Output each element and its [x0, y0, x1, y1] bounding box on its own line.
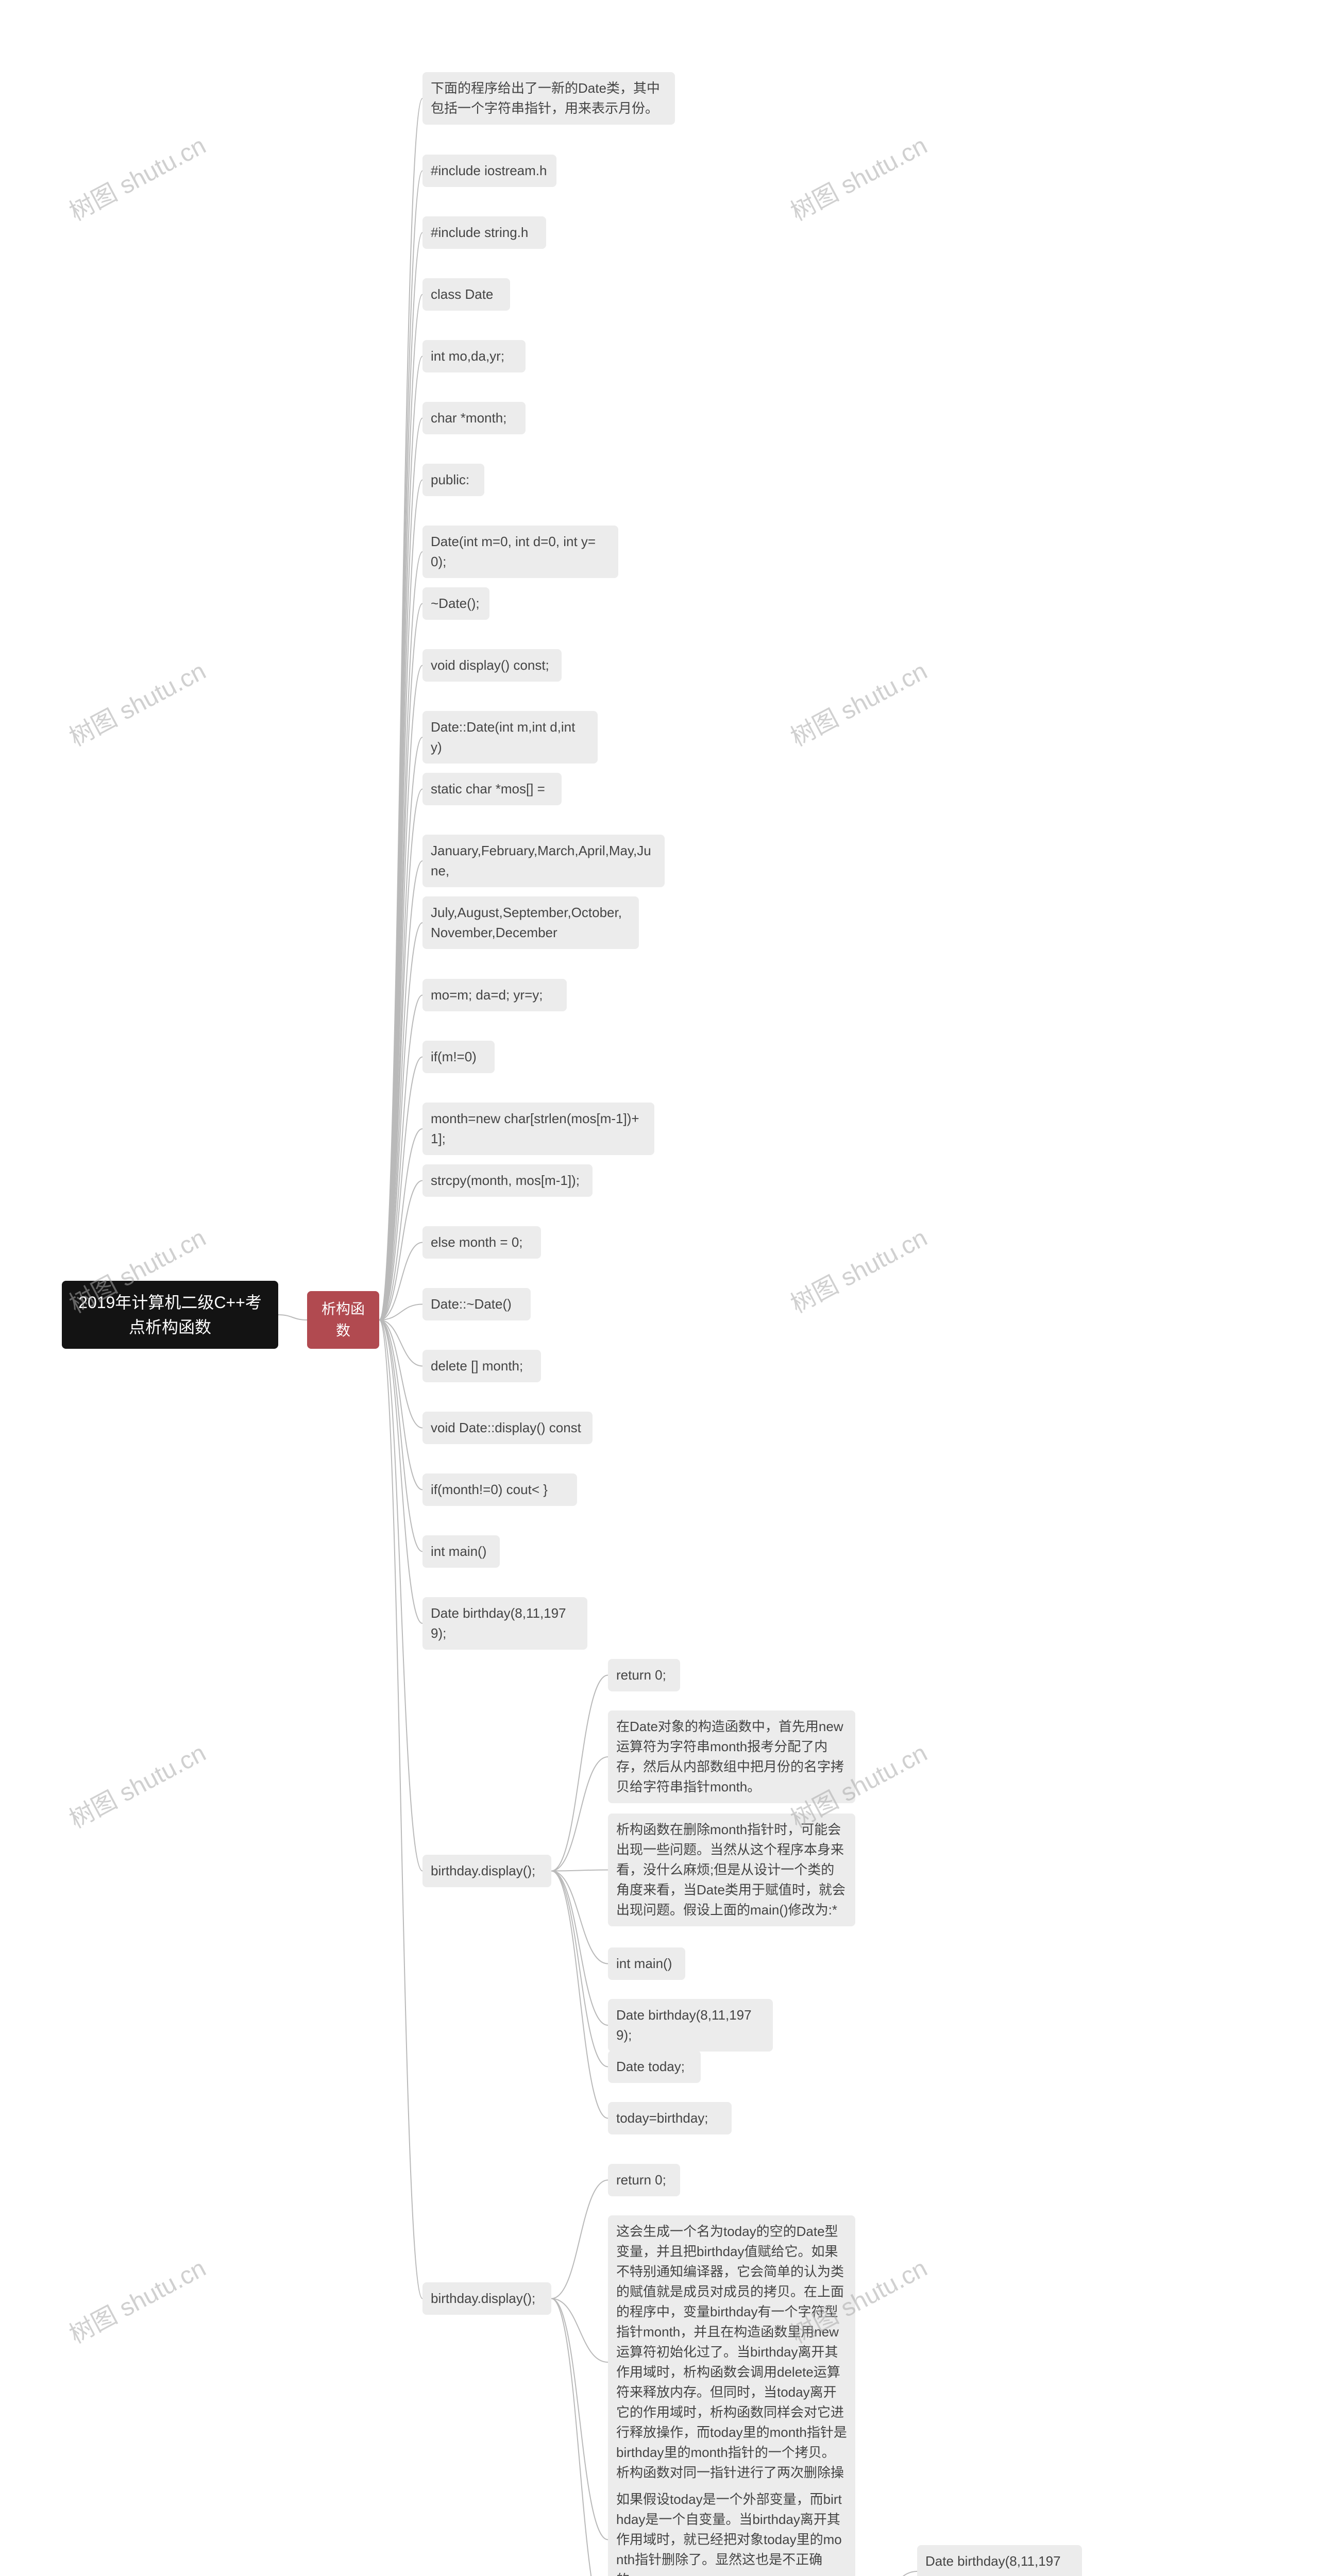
leaf-node[interactable]: static char *mos[] = [422, 773, 562, 805]
leaf-node[interactable]: Date birthday(8,11,1979); [608, 1999, 773, 2052]
leaf-node[interactable]: ~Date(); [422, 587, 489, 620]
leaf-node[interactable]: Date birthday(8,11,1979); [422, 1597, 587, 1650]
leaf-node[interactable]: Date today; [608, 2050, 701, 2083]
leaf-node[interactable]: 析构函数在删除month指针时，可能会出现一些问题。当然从这个程序本身来看，没什… [608, 1814, 855, 1926]
leaf-node[interactable]: return 0; [608, 2164, 680, 2196]
leaf-node[interactable]: today=birthday; [608, 2102, 732, 2134]
leaf-node[interactable]: 在Date对象的构造函数中，首先用new运算符为字符串month报考分配了内存，… [608, 1710, 855, 1803]
watermark: 树图 shutu.cn [62, 1733, 211, 1835]
leaf-node[interactable]: delete [] month; [422, 1350, 541, 1382]
mindmap-canvas: 2019年计算机二级C++考点析构函数 析构函数 下面的程序给出了一新的Date… [0, 0, 1319, 2576]
leaf-node[interactable]: #include string.h [422, 216, 546, 249]
leaf-node[interactable]: month=new char[strlen(mos[m-1])+1]; [422, 1103, 654, 1155]
root-node[interactable]: 2019年计算机二级C++考点析构函数 [62, 1281, 278, 1349]
leaf-node[interactable]: Date birthday(8,11,1979); [917, 2545, 1082, 2576]
leaf-node[interactable]: return 0; [608, 1659, 680, 1691]
section-node[interactable]: 析构函数 [307, 1291, 379, 1349]
leaf-node[interactable]: #include iostream.h [422, 155, 556, 187]
watermark: 树图 shutu.cn [783, 125, 933, 227]
leaf-node[interactable]: Date::~Date() [422, 1288, 531, 1320]
watermark: 树图 shutu.cn [783, 651, 933, 753]
leaf-node[interactable]: 下面的程序给出了一新的Date类，其中包括一个字符串指针，用来表示月份。 [422, 72, 675, 125]
leaf-node[interactable]: July,August,September,October,November,D… [422, 896, 639, 949]
leaf-node[interactable]: void Date::display() const [422, 1412, 593, 1444]
leaf-node[interactable]: Date(int m=0, int d=0, int y=0); [422, 526, 618, 578]
leaf-node[interactable]: if(m!=0) [422, 1041, 495, 1073]
watermark: 树图 shutu.cn [62, 2248, 211, 2350]
watermark: 树图 shutu.cn [62, 125, 211, 227]
watermark: 树图 shutu.cn [783, 1217, 933, 1319]
leaf-node[interactable]: char *month; [422, 402, 526, 434]
leaf-node[interactable]: if(month!=0) cout< } [422, 1473, 577, 1506]
leaf-node[interactable]: void display() const; [422, 649, 562, 682]
leaf-node[interactable]: int mo,da,yr; [422, 340, 526, 372]
leaf-node[interactable]: class Date [422, 278, 510, 311]
watermark: 树图 shutu.cn [62, 651, 211, 753]
leaf-node[interactable]: 如果假设today是一个外部变量，而birthday是一个自变量。当birthd… [608, 2483, 855, 2576]
leaf-node-branch-b[interactable]: birthday.display(); [422, 2282, 551, 2315]
leaf-node[interactable]: 这会生成一个名为today的空的Date型变量，并且把birthday值赋给它。… [608, 2215, 855, 2509]
leaf-node[interactable]: int main() [608, 1947, 685, 1980]
leaf-node[interactable]: strcpy(month, mos[m-1]); [422, 1164, 593, 1197]
leaf-node[interactable]: January,February,March,April,May,June, [422, 835, 665, 887]
leaf-node[interactable]: int main() [422, 1535, 500, 1568]
leaf-node[interactable]: mo=m; da=d; yr=y; [422, 979, 567, 1011]
leaf-node[interactable]: else month = 0; [422, 1226, 541, 1259]
leaf-node[interactable]: public: [422, 464, 484, 496]
leaf-node-branch-a[interactable]: birthday.display(); [422, 1855, 551, 1887]
leaf-node[interactable]: Date::Date(int m,int d,int y) [422, 711, 598, 764]
